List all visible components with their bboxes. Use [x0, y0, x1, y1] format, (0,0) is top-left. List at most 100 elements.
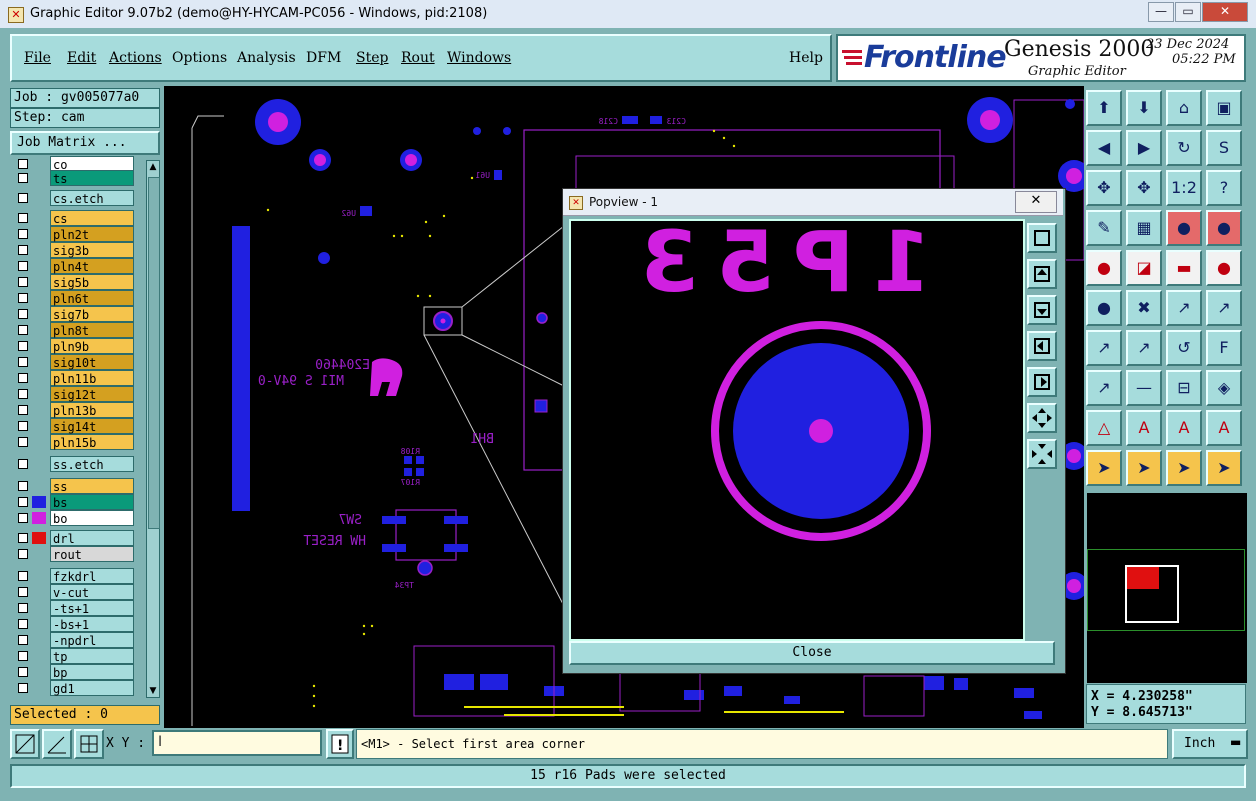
- popview-pan-right-button[interactable]: [1027, 367, 1057, 397]
- layer-color-swatch[interactable]: [32, 212, 46, 224]
- drc-button[interactable]: ●: [1206, 210, 1242, 246]
- resize-button[interactable]: —: [1126, 370, 1162, 406]
- layer-checkbox[interactable]: [18, 571, 28, 581]
- layer-list-scrollbar[interactable]: ▲ ▼: [146, 160, 160, 698]
- layer-row-ss[interactable]: ss: [14, 478, 140, 494]
- overview-viewport[interactable]: [1127, 567, 1159, 589]
- layer-color-swatch[interactable]: [32, 356, 46, 368]
- redraw-button[interactable]: S: [1206, 130, 1242, 166]
- scroll-up-icon[interactable]: ▲: [147, 161, 159, 173]
- popview-zoom-in-button[interactable]: [1027, 403, 1057, 433]
- pad-add-button[interactable]: ↗: [1086, 370, 1122, 406]
- layer-checkbox[interactable]: [18, 357, 28, 367]
- layer-row-pln15b[interactable]: pln15b: [14, 434, 140, 450]
- layer-name[interactable]: sig3b: [50, 242, 134, 258]
- layer-color-swatch[interactable]: [32, 682, 46, 694]
- menu-file[interactable]: File: [24, 50, 51, 66]
- line-tool-button[interactable]: ↗: [1086, 330, 1122, 366]
- layer-color-swatch[interactable]: [32, 372, 46, 384]
- layer-checkbox[interactable]: [18, 193, 28, 203]
- layer-row-sig10t[interactable]: sig10t: [14, 354, 140, 370]
- menu-analysis[interactable]: Analysis: [237, 50, 296, 66]
- layer-row-sig12t[interactable]: sig12t: [14, 386, 140, 402]
- select-net-button[interactable]: ➤: [1166, 450, 1202, 486]
- layer-row-bp[interactable]: bp: [14, 664, 140, 680]
- polygon-button[interactable]: △: [1086, 410, 1122, 446]
- layer-color-swatch[interactable]: [32, 244, 46, 256]
- layer-name[interactable]: -ts+1: [50, 600, 134, 616]
- layer-color-swatch[interactable]: [32, 650, 46, 662]
- layer-name[interactable]: bs: [50, 494, 134, 510]
- layer-checkbox[interactable]: [18, 341, 28, 351]
- xy-input[interactable]: I: [152, 730, 322, 756]
- zoom-home-button[interactable]: ⬆: [1086, 90, 1122, 126]
- grid-button[interactable]: ▦: [1126, 210, 1162, 246]
- menu-options[interactable]: Options: [172, 50, 227, 66]
- scroll-down-icon[interactable]: ▼: [147, 685, 159, 697]
- layer-row-pln4t[interactable]: pln4t: [14, 258, 140, 274]
- job-matrix-button[interactable]: Job Matrix ...: [10, 131, 160, 155]
- layer-checkbox[interactable]: [18, 459, 28, 469]
- layer-color-swatch[interactable]: [32, 548, 46, 560]
- window-split-button[interactable]: ▣: [1206, 90, 1242, 126]
- layer-name[interactable]: tp: [50, 648, 134, 664]
- delete-button[interactable]: ✖: [1126, 290, 1162, 326]
- layer-name[interactable]: -npdrl: [50, 632, 134, 648]
- layer-row-pln6t[interactable]: pln6t: [14, 290, 140, 306]
- layer-row-cs-etch[interactable]: cs.etch: [14, 190, 140, 206]
- layer-name[interactable]: ss.etch: [50, 456, 134, 472]
- layer-name[interactable]: sig5b: [50, 274, 134, 290]
- layer-row-npdrl[interactable]: -npdrl: [14, 632, 140, 648]
- layer-checkbox[interactable]: [18, 277, 28, 287]
- layer-color-swatch[interactable]: [32, 512, 46, 524]
- popview-pan-up-button[interactable]: [1027, 259, 1057, 289]
- polygon-edit-button[interactable]: A: [1126, 410, 1162, 446]
- layer-row-tp[interactable]: tp: [14, 648, 140, 664]
- popview-close-x-button[interactable]: ✕: [1015, 191, 1057, 213]
- layer-checkbox[interactable]: [18, 667, 28, 677]
- layer-name[interactable]: fzkdrl: [50, 568, 134, 584]
- layer-row-pln11b[interactable]: pln11b: [14, 370, 140, 386]
- layer-name[interactable]: -bs+1: [50, 616, 134, 632]
- layer-color-swatch[interactable]: [32, 292, 46, 304]
- layer-color-swatch[interactable]: [32, 192, 46, 204]
- layer-row-gd1[interactable]: gd1: [14, 680, 140, 696]
- overview-map[interactable]: [1086, 492, 1248, 684]
- popview-pan-down-button[interactable]: [1027, 295, 1057, 325]
- layer-checkbox[interactable]: [18, 421, 28, 431]
- menu-actions[interactable]: Actions: [109, 50, 162, 66]
- layer-color-swatch[interactable]: [32, 458, 46, 470]
- layer-color-swatch[interactable]: [32, 634, 46, 646]
- layer-color-swatch[interactable]: [32, 420, 46, 432]
- ruler-button[interactable]: ▬: [1166, 250, 1202, 286]
- menu-windows[interactable]: Windows: [447, 50, 511, 66]
- zoom-out-button[interactable]: ✥: [1126, 170, 1162, 206]
- layer-name[interactable]: cs.etch: [50, 190, 134, 206]
- home-button[interactable]: ⌂: [1166, 90, 1202, 126]
- layer-color-swatch[interactable]: [32, 480, 46, 492]
- zoom-previous-button[interactable]: ↻: [1166, 130, 1202, 166]
- zoom-1to1-button[interactable]: 1:2: [1166, 170, 1202, 206]
- alert-button[interactable]: !: [326, 729, 354, 759]
- menu-rout[interactable]: Rout: [401, 50, 435, 66]
- layer-checkbox[interactable]: [18, 309, 28, 319]
- arc-tool-button[interactable]: ↗: [1126, 330, 1162, 366]
- layer-row-pln13b[interactable]: pln13b: [14, 402, 140, 418]
- layer-checkbox[interactable]: [18, 587, 28, 597]
- layer-name[interactable]: rout: [50, 546, 134, 562]
- connect-button[interactable]: ●: [1086, 290, 1122, 326]
- surface-edit-button[interactable]: A: [1206, 410, 1242, 446]
- layer-name[interactable]: sig7b: [50, 306, 134, 322]
- layer-checkbox[interactable]: [18, 389, 28, 399]
- layer-name[interactable]: pln6t: [50, 290, 134, 306]
- popview-zoom-out-button[interactable]: [1027, 439, 1057, 469]
- grid-toggle-button[interactable]: [74, 729, 104, 759]
- rotate-button[interactable]: ↺: [1166, 330, 1202, 366]
- menu-edit[interactable]: Edit: [67, 50, 96, 66]
- layer-name[interactable]: ss: [50, 478, 134, 494]
- layer-row-ss-etch[interactable]: ss.etch: [14, 456, 140, 472]
- layer-name[interactable]: cs: [50, 210, 134, 226]
- view-save-button[interactable]: ⬇: [1126, 90, 1162, 126]
- layer-row-ts[interactable]: ts: [14, 170, 140, 186]
- popview-canvas[interactable]: 1P53: [569, 213, 1025, 641]
